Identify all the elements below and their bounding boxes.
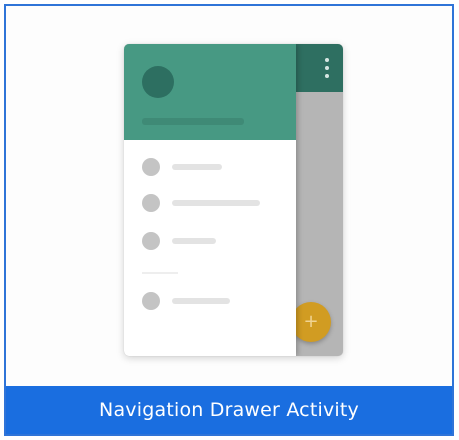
template-preview: + [6, 6, 452, 386]
template-title: Navigation Drawer Activity [6, 386, 452, 434]
drawer-divider [142, 272, 178, 274]
menu-item-text-placeholder [172, 164, 222, 170]
drawer-header [124, 44, 296, 140]
avatar [142, 66, 174, 98]
menu-item-icon [142, 292, 160, 310]
menu-item-icon [142, 194, 160, 212]
menu-item-icon [142, 158, 160, 176]
template-card-navigation-drawer[interactable]: + Navigation Drawer Activity [4, 4, 454, 436]
header-text-placeholder [142, 118, 244, 125]
add-icon: + [291, 302, 331, 342]
menu-item-text-placeholder [172, 298, 230, 304]
menu-item-text-placeholder [172, 200, 260, 206]
phone-mockup: + [124, 44, 343, 356]
menu-item-icon [142, 232, 160, 250]
more-vert-icon [325, 58, 329, 78]
menu-item-text-placeholder [172, 238, 216, 244]
navigation-drawer [124, 44, 296, 356]
